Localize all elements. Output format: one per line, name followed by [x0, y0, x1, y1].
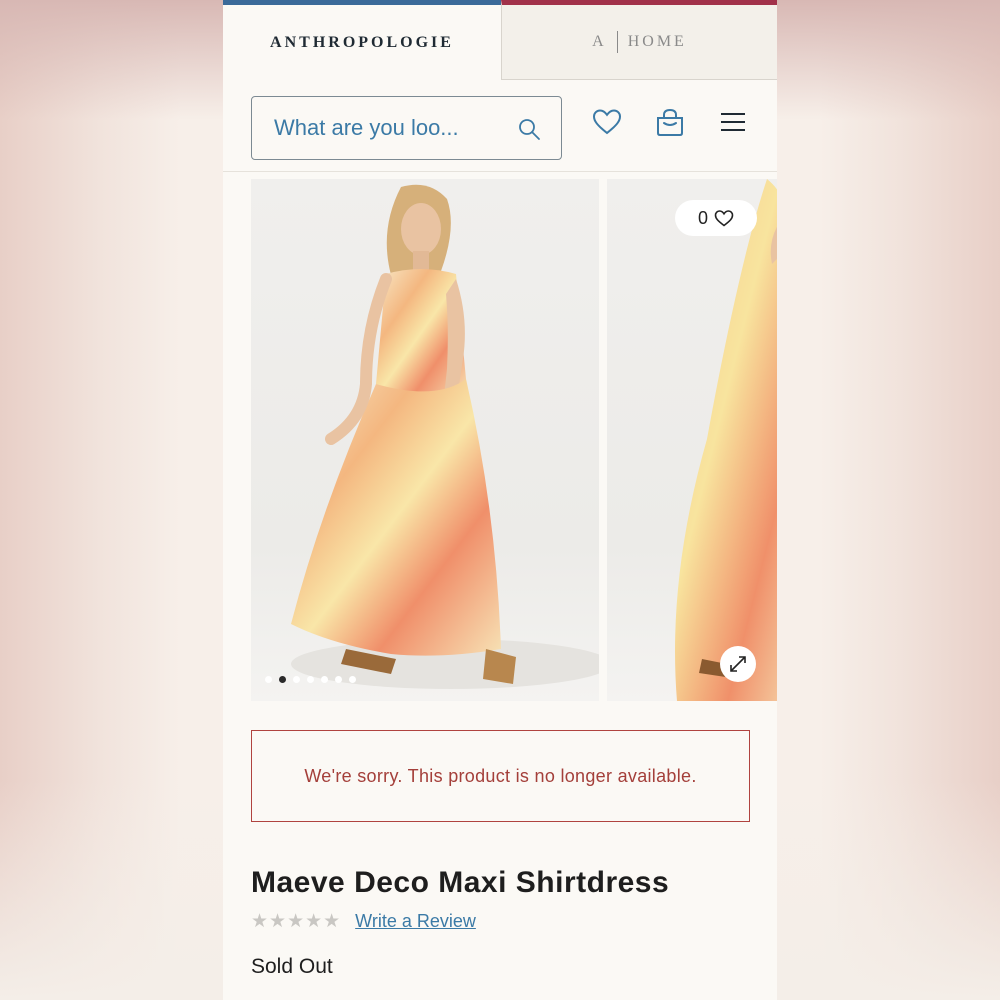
carousel-dot-active[interactable] — [279, 676, 286, 683]
tab-anthropologie[interactable]: ANTHROPOLOGIE — [223, 0, 501, 80]
carousel-dot[interactable] — [307, 676, 314, 683]
product-title: Maeve Deco Maxi Shirtdress — [251, 866, 670, 899]
expand-image-button[interactable] — [720, 646, 756, 682]
search-input[interactable]: What are you loo... — [251, 96, 562, 160]
favorite-count: 0 — [697, 207, 708, 228]
bag-icon[interactable] — [654, 106, 686, 138]
home-label: HOME — [627, 33, 687, 50]
star-rating: ★★★★★ — [251, 910, 342, 932]
site-tabs: ANTHROPOLOGIE A HOME — [223, 0, 777, 80]
model-illustration-back — [675, 179, 777, 701]
header: What are you loo... — [223, 80, 777, 172]
product-gallery[interactable]: 0 — [251, 179, 777, 701]
search-icon[interactable] — [517, 117, 541, 141]
model-illustration — [291, 184, 599, 689]
availability-status: Sold Out — [251, 955, 333, 978]
expand-icon — [730, 656, 746, 672]
write-review-link[interactable]: Write a Review — [355, 911, 476, 932]
brand-logo: ANTHROPOLOGIE — [270, 33, 454, 51]
favorite-button[interactable]: 0 — [675, 200, 757, 236]
carousel-dots — [265, 676, 356, 683]
carousel-dot[interactable] — [293, 676, 300, 683]
carousel-dot[interactable] — [349, 676, 356, 683]
tab-a-home[interactable]: A HOME — [501, 0, 777, 80]
carousel-dot[interactable] — [321, 676, 328, 683]
heart-outline-icon — [714, 210, 734, 227]
product-photo-front[interactable] — [251, 179, 599, 701]
carousel-dot[interactable] — [265, 676, 272, 683]
heart-icon[interactable] — [591, 106, 623, 138]
product-photo-back[interactable]: 0 — [607, 179, 777, 701]
rating-row: ★★★★★ Write a Review — [251, 908, 476, 934]
carousel-dot[interactable] — [335, 676, 342, 683]
menu-icon[interactable] — [717, 106, 749, 138]
unavailable-notice: We're sorry. This product is no longer a… — [251, 730, 750, 822]
phone-screen: ANTHROPOLOGIE A HOME What are you loo... — [223, 0, 777, 1000]
search-placeholder: What are you loo... — [274, 115, 459, 140]
home-divider — [616, 31, 618, 53]
notice-text: We're sorry. This product is no longer a… — [304, 765, 697, 786]
home-a-logo: A — [592, 33, 607, 50]
